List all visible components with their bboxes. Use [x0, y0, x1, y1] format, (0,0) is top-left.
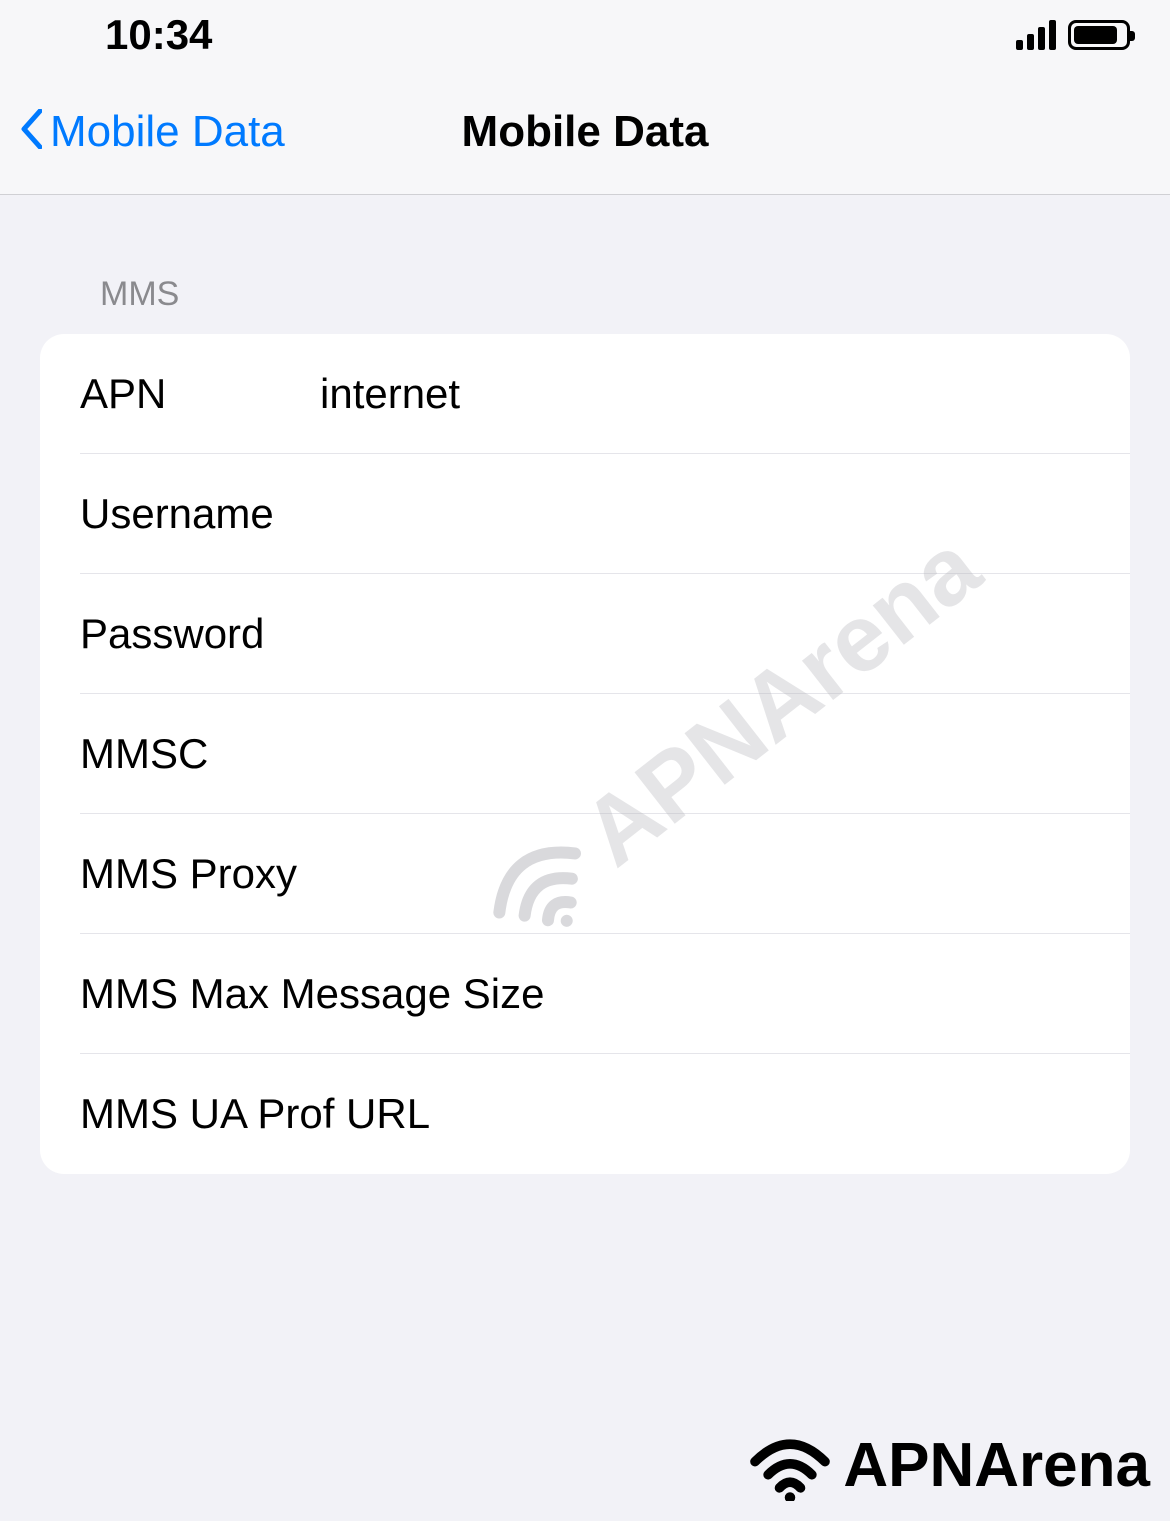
label-apn: APN	[80, 370, 320, 418]
back-button[interactable]: Mobile Data	[0, 102, 285, 162]
row-apn[interactable]: APN	[40, 334, 1130, 454]
status-bar: 10:34	[0, 0, 1170, 70]
input-apn[interactable]	[320, 370, 1090, 418]
chevron-left-icon	[20, 102, 42, 162]
status-time: 10:34	[105, 11, 212, 59]
input-mms-ua[interactable]	[430, 1090, 1090, 1138]
label-password: Password	[80, 610, 320, 658]
label-mms-max: MMS Max Message Size	[80, 970, 544, 1018]
cellular-signal-icon	[1016, 20, 1056, 50]
row-mms-ua[interactable]: MMS UA Prof URL	[40, 1054, 1130, 1174]
settings-group-mms: APN Username Password MMSC MMS Proxy MMS…	[40, 334, 1130, 1174]
status-indicators	[1016, 20, 1130, 50]
input-mms-proxy[interactable]	[297, 850, 1090, 898]
label-mms-ua: MMS UA Prof URL	[80, 1090, 430, 1138]
label-mmsc: MMSC	[80, 730, 320, 778]
row-mms-max[interactable]: MMS Max Message Size	[40, 934, 1130, 1054]
watermark-footer: APNArena	[745, 1430, 1150, 1501]
wifi-icon	[745, 1431, 835, 1501]
label-username: Username	[80, 490, 320, 538]
input-password[interactable]	[320, 610, 1090, 658]
section-header-mms: MMS	[0, 195, 1170, 334]
input-mms-max[interactable]	[544, 970, 1090, 1018]
input-mmsc[interactable]	[320, 730, 1090, 778]
page-title: Mobile Data	[462, 107, 709, 157]
label-mms-proxy: MMS Proxy	[80, 850, 297, 898]
battery-icon	[1068, 20, 1130, 50]
input-username[interactable]	[320, 490, 1090, 538]
back-label: Mobile Data	[50, 107, 285, 157]
navigation-header: Mobile Data Mobile Data	[0, 70, 1170, 195]
watermark-footer-text: APNArena	[843, 1430, 1150, 1501]
row-password[interactable]: Password	[40, 574, 1130, 694]
row-username[interactable]: Username	[40, 454, 1130, 574]
row-mms-proxy[interactable]: MMS Proxy	[40, 814, 1130, 934]
row-mmsc[interactable]: MMSC	[40, 694, 1130, 814]
